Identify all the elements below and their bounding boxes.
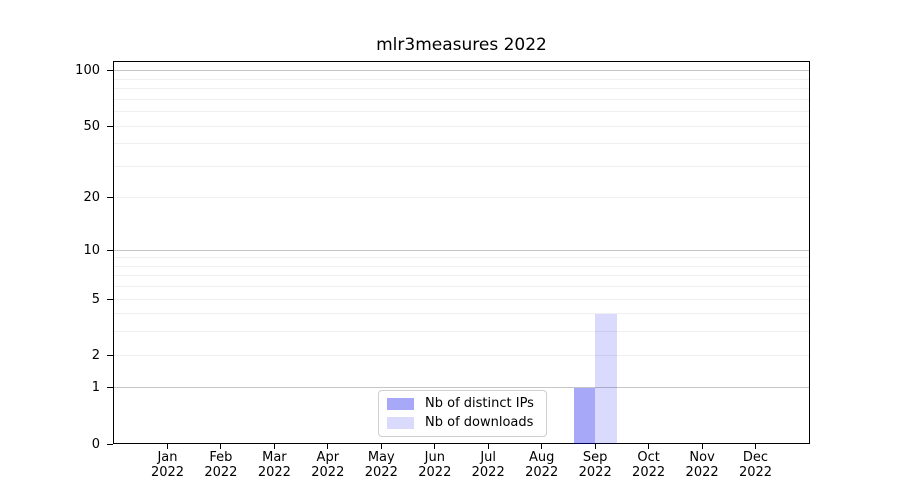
chart-title: mlr3measures 2022 <box>376 35 547 55</box>
bar-nb-of-distinct-ips <box>573 387 596 444</box>
chart: mlr3measures 2022 Nb of distinct IPs Nb … <box>0 0 900 500</box>
y-tick-label: 50 <box>83 118 100 134</box>
y-tick-label: 100 <box>75 63 100 79</box>
x-tick-month-label: Jul <box>480 450 497 465</box>
y-gridline-minor <box>114 125 809 127</box>
x-tick-month-label: Mar <box>262 450 287 465</box>
legend-label: Nb of downloads <box>425 415 534 430</box>
x-tick-year-label: 2022 <box>204 465 238 480</box>
y-tick <box>107 443 113 445</box>
legend-swatch-distinct-ips <box>387 398 414 410</box>
x-tick-year-label: 2022 <box>632 465 666 480</box>
y-gridline-minor <box>114 275 809 277</box>
y-gridline-minor <box>114 298 809 300</box>
y-tick <box>107 197 113 199</box>
legend-item: Nb of distinct IPs <box>387 397 538 411</box>
y-gridline-minor <box>114 265 809 267</box>
y-gridline-major <box>114 387 809 389</box>
y-gridline-minor <box>114 143 809 145</box>
y-gridline-minor <box>114 354 809 356</box>
y-gridline-minor <box>114 98 809 100</box>
x-tick <box>273 444 275 449</box>
x-tick <box>594 444 596 449</box>
x-tick-year-label: 2022 <box>311 465 345 480</box>
y-tick-label: 20 <box>83 190 100 206</box>
x-tick-month-label: Apr <box>316 450 340 465</box>
legend-label: Nb of distinct IPs <box>425 396 534 411</box>
y-gridline-minor <box>114 197 809 199</box>
y-tick <box>107 298 113 300</box>
x-tick <box>434 444 436 449</box>
x-tick-year-label: 2022 <box>738 465 773 480</box>
y-tick <box>107 249 113 251</box>
y-tick-label: 0 <box>91 436 100 452</box>
x-tick <box>327 444 329 449</box>
x-tick-year-label: 2022 <box>685 465 719 480</box>
x-tick-month-label: Sep <box>582 450 608 465</box>
legend-item: Nb of downloads <box>387 416 538 430</box>
x-tick <box>541 444 543 449</box>
y-tick <box>107 70 113 72</box>
x-tick-month-label: Dec <box>742 450 769 465</box>
x-tick <box>220 444 222 449</box>
y-gridline-major <box>114 249 809 251</box>
y-gridline-minor <box>114 313 809 315</box>
x-tick-month-label: Jan <box>157 450 178 465</box>
x-tick-month-label: Oct <box>637 450 660 465</box>
x-tick <box>701 444 703 449</box>
x-tick <box>380 444 382 449</box>
y-tick-label: 1 <box>91 380 100 396</box>
x-tick-month-label: Feb <box>209 450 233 465</box>
y-gridline-minor <box>114 331 809 333</box>
y-gridline-minor <box>114 78 809 80</box>
x-tick-year-label: 2022 <box>364 465 398 480</box>
y-tick <box>107 125 113 127</box>
x-tick-month-label: May <box>367 450 395 465</box>
y-gridline-minor <box>114 286 809 288</box>
x-tick <box>487 444 489 449</box>
x-tick-month-label: Nov <box>689 450 715 465</box>
x-tick-month-label: Jun <box>424 450 445 465</box>
y-gridline-major <box>114 70 809 72</box>
legend: Nb of distinct IPs Nb of downloads <box>378 390 547 437</box>
legend-swatch-downloads <box>387 417 414 429</box>
y-gridline-minor <box>114 111 809 113</box>
y-tick-label: 10 <box>83 242 100 258</box>
bar-nb-of-downloads <box>595 313 617 444</box>
x-tick-month-label: Aug <box>528 450 555 465</box>
x-tick-year-label: 2022 <box>150 465 185 480</box>
y-gridline-minor <box>114 165 809 167</box>
x-tick <box>648 444 650 449</box>
x-tick-year-label: 2022 <box>578 465 612 480</box>
y-tick <box>107 354 113 356</box>
x-tick-year-label: 2022 <box>471 465 505 480</box>
x-tick-year-label: 2022 <box>418 465 452 480</box>
x-tick-year-label: 2022 <box>257 465 291 480</box>
y-tick <box>107 387 113 389</box>
y-tick-label: 2 <box>91 347 100 363</box>
x-tick-year-label: 2022 <box>525 465 559 480</box>
y-gridline-minor <box>114 88 809 90</box>
y-tick-label: 5 <box>91 291 100 307</box>
x-tick <box>755 444 756 449</box>
x-tick <box>167 444 168 449</box>
y-gridline-minor <box>114 257 809 259</box>
